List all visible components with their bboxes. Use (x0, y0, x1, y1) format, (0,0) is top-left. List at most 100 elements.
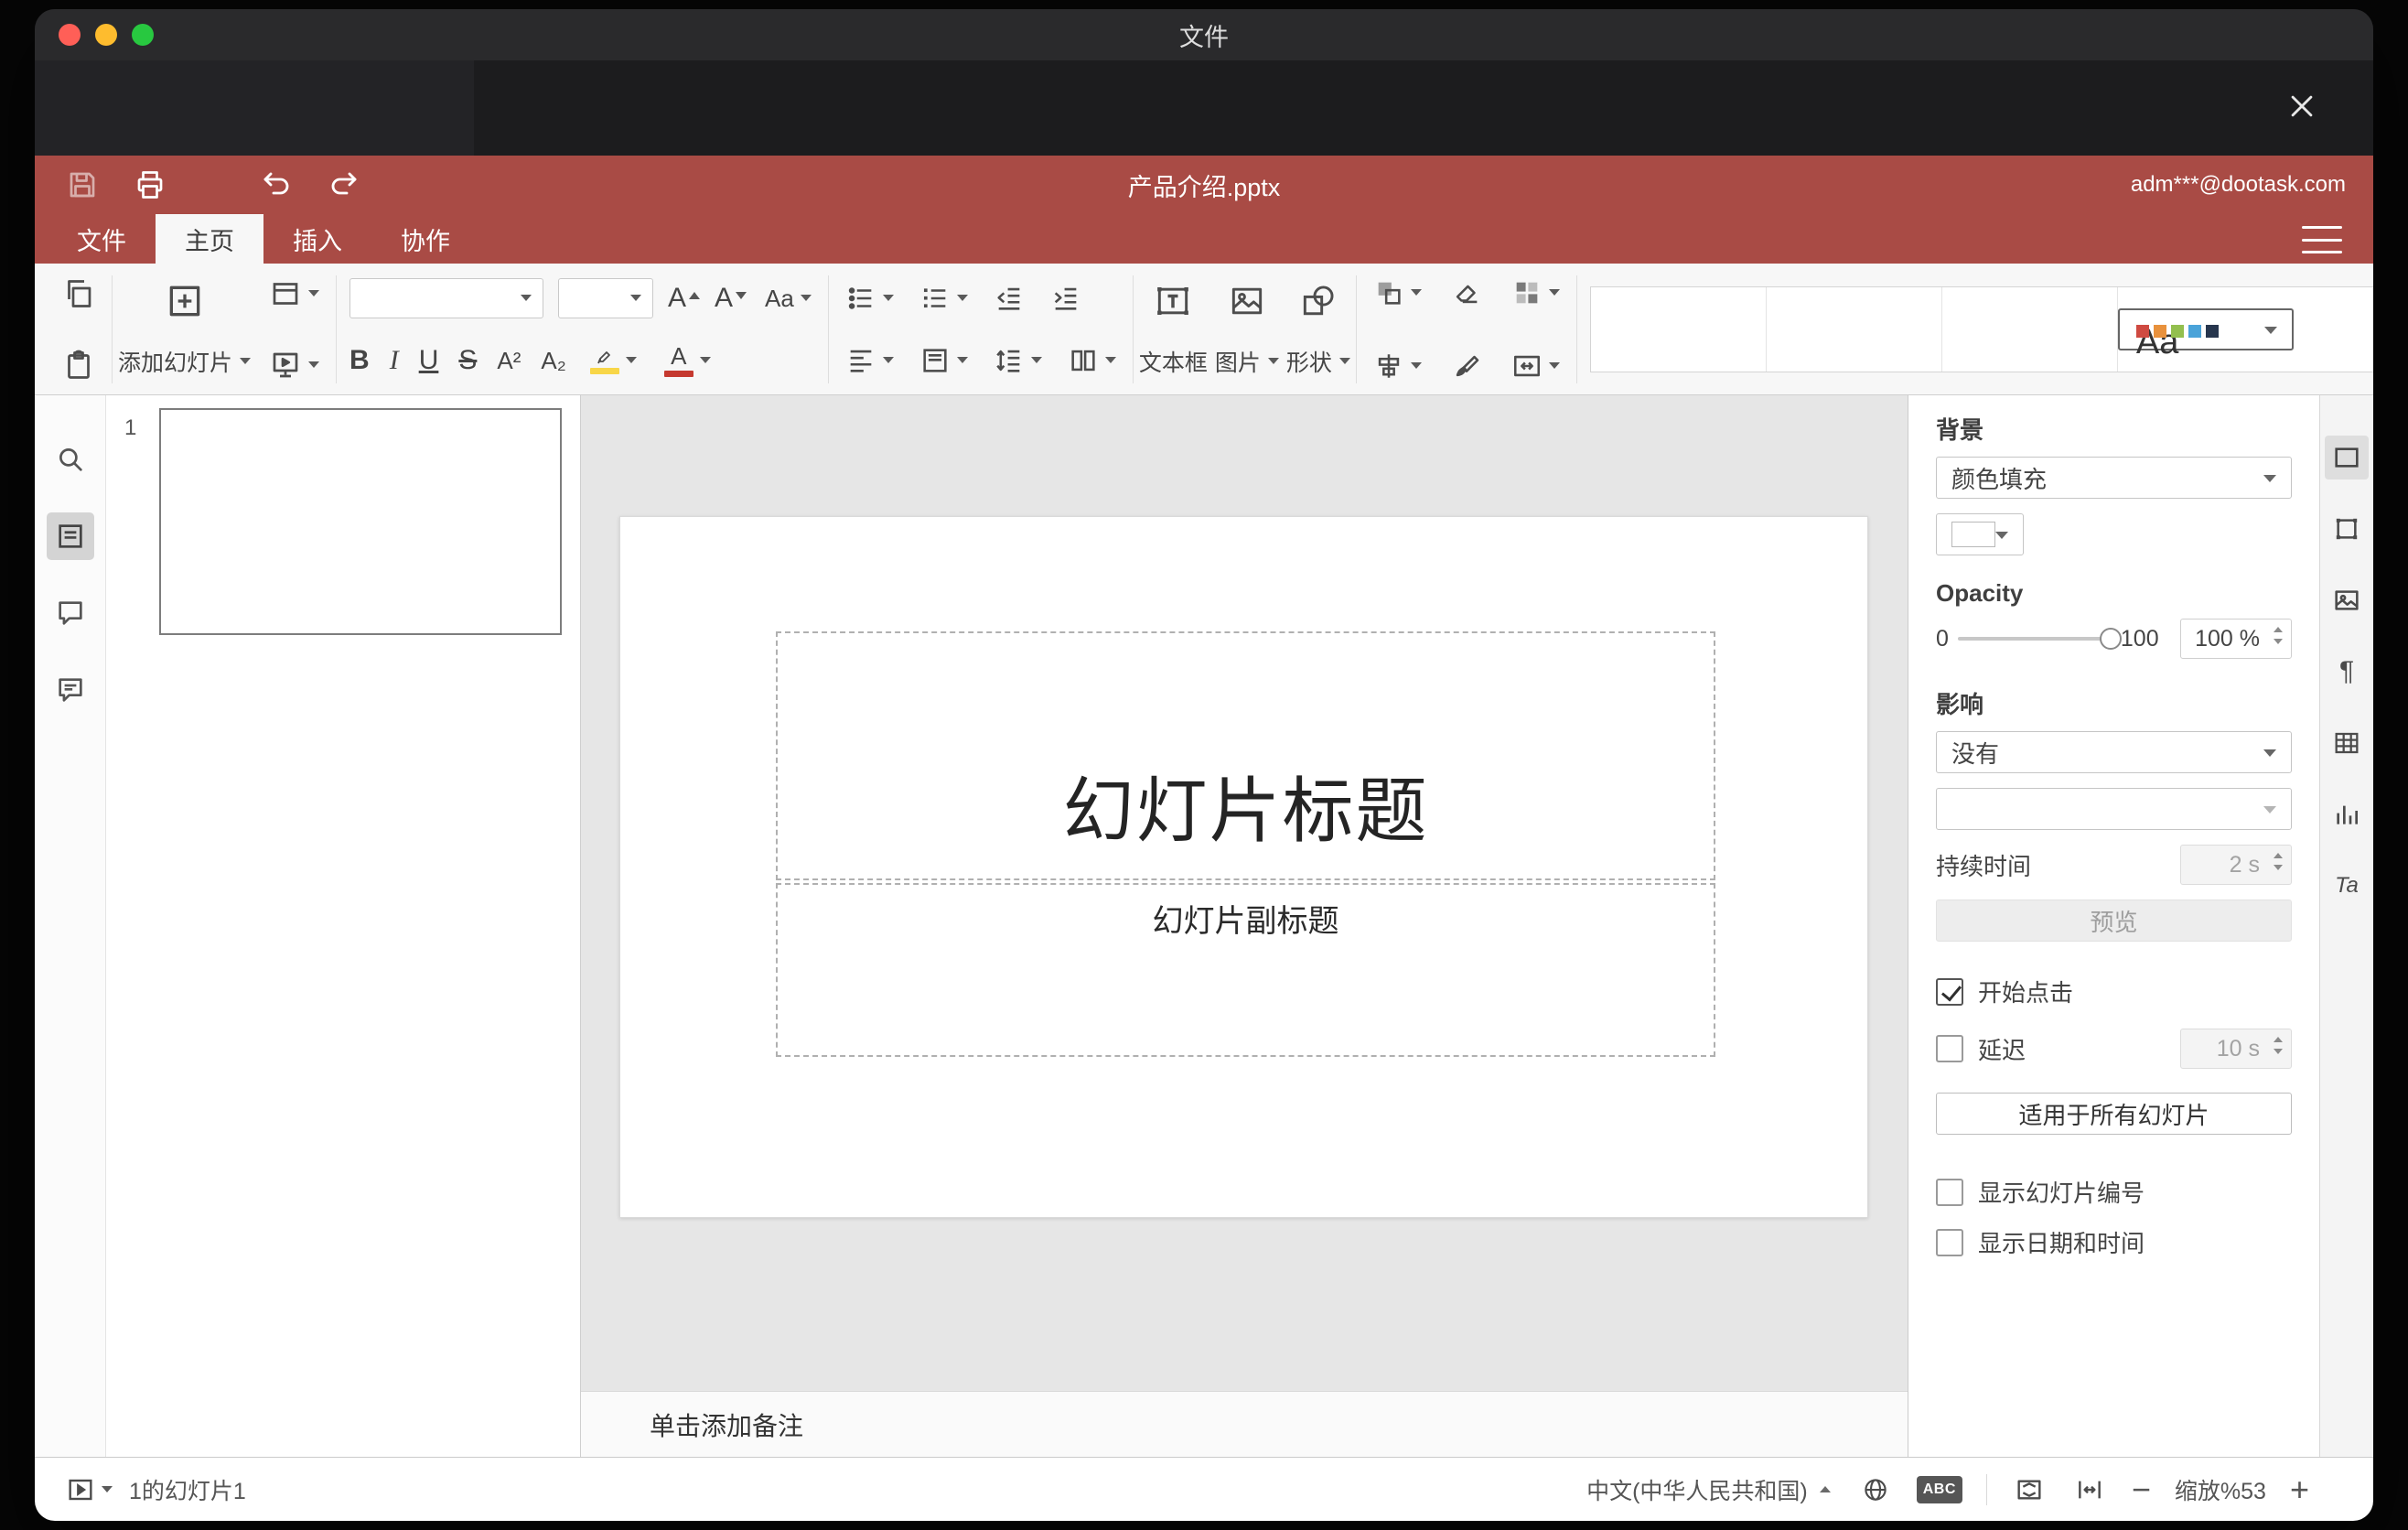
paste-icon[interactable] (59, 345, 99, 385)
show-date-time-checkbox[interactable]: 显示日期和时间 (1936, 1225, 2292, 1259)
add-slide-button[interactable]: 添加幻灯片 (114, 275, 254, 383)
font-color-button[interactable]: A (661, 340, 715, 381)
font-name-combobox[interactable] (349, 277, 544, 318)
image-settings-icon[interactable] (2325, 578, 2369, 622)
slider-knob[interactable] (2099, 628, 2122, 650)
opacity-slider[interactable] (1957, 628, 2122, 650)
feedback-icon[interactable] (47, 666, 94, 714)
italic-button[interactable]: I (390, 346, 399, 374)
numbered-list-button[interactable] (916, 279, 972, 318)
chevron-down-icon (800, 295, 812, 301)
paragraph-settings-icon[interactable]: ¶ (2325, 650, 2369, 694)
superscript-button[interactable]: A² (497, 349, 521, 372)
change-case-button[interactable]: Aa (761, 283, 815, 314)
notes-area[interactable]: 单击添加备注 (581, 1391, 1908, 1457)
start-on-click-checkbox[interactable]: 开始点击 (1936, 975, 2292, 1008)
copy-icon[interactable] (59, 274, 99, 314)
language-selector[interactable]: 中文(中华人民共和国) (1583, 1470, 1834, 1510)
print-icon[interactable] (130, 165, 170, 205)
slide-thumbnail[interactable] (159, 408, 562, 635)
effect-option-select[interactable] (1936, 788, 2292, 830)
slide-size-button[interactable] (1508, 347, 1564, 385)
tab-home[interactable]: 主页 (156, 214, 263, 264)
slide[interactable]: 幻灯片标题 幻灯片副标题 (619, 516, 1868, 1218)
delay-checkbox[interactable] (1936, 1035, 1963, 1062)
spinner-icon[interactable] (2274, 627, 2283, 644)
fill-type-select[interactable]: 颜色填充 (1936, 457, 2292, 499)
slide-settings-icon[interactable] (2325, 436, 2369, 479)
highlight-color-button[interactable] (586, 343, 640, 378)
slide-subtitle-text: 幻灯片副标题 (1152, 904, 1339, 939)
title-placeholder[interactable]: 幻灯片标题 (776, 631, 1715, 880)
effect-select[interactable]: 没有 (1936, 731, 2292, 773)
theme-option-5[interactable] (2293, 286, 2373, 372)
undo-icon[interactable] (256, 165, 296, 205)
copy-style-icon[interactable] (1447, 347, 1486, 385)
tab-insert[interactable]: 插入 (263, 214, 371, 264)
search-icon[interactable] (47, 436, 94, 483)
slide-canvas[interactable]: 幻灯片标题 幻灯片副标题 (581, 395, 1908, 1391)
theme-option-3[interactable] (1941, 286, 2118, 372)
chart-settings-icon[interactable] (2325, 792, 2369, 836)
zoom-level: 缩放%53 (2174, 1478, 2266, 1504)
strikethrough-button[interactable]: S (458, 346, 477, 374)
shrink-font-button[interactable]: A (715, 284, 747, 312)
align-shapes-button[interactable] (1370, 347, 1425, 385)
increase-indent-button[interactable] (1047, 279, 1085, 318)
decrease-indent-button[interactable] (990, 279, 1028, 318)
theme-option-selected[interactable]: Aa (2117, 307, 2294, 361)
bold-button[interactable]: B (349, 346, 370, 374)
shape-settings-icon[interactable] (2325, 507, 2369, 551)
close-icon[interactable] (2280, 84, 2324, 128)
horizontal-align-button[interactable] (842, 341, 898, 380)
insert-image-button[interactable]: 图片 (1211, 275, 1283, 383)
textart-settings-icon[interactable]: Ta (2325, 864, 2369, 908)
apply-to-all-button[interactable]: 适用于所有幻灯片 (1936, 1093, 2292, 1135)
line-spacing-button[interactable] (990, 341, 1046, 380)
bullet-list-button[interactable] (842, 279, 898, 318)
grow-font-button[interactable]: A (668, 284, 701, 312)
columns-button[interactable] (1064, 341, 1120, 380)
insert-textbox-button[interactable]: 文本框 (1135, 275, 1211, 383)
checkbox-icon[interactable] (1936, 1178, 1963, 1206)
color-scheme-button[interactable] (1508, 274, 1564, 312)
scheme-group (1497, 274, 1575, 385)
spellcheck-icon[interactable]: ABC (1916, 1475, 1962, 1503)
checkbox-icon[interactable] (1936, 1228, 1963, 1256)
opacity-input[interactable]: 100 % (2180, 619, 2292, 659)
fit-width-icon[interactable] (2071, 1471, 2108, 1508)
table-settings-icon[interactable] (2325, 721, 2369, 765)
redo-icon[interactable] (324, 165, 364, 205)
duration-input[interactable]: 2 s (2180, 845, 2292, 885)
slide-layout-button[interactable] (265, 274, 323, 314)
start-slideshow-status-button[interactable] (62, 1471, 116, 1508)
background-panel (35, 60, 474, 156)
tab-collaboration[interactable]: 协作 (371, 214, 479, 264)
menu-icon[interactable] (2302, 226, 2342, 253)
zoom-out-button[interactable]: − (2132, 1472, 2151, 1506)
save-icon[interactable] (62, 165, 102, 205)
vertical-align-button[interactable] (916, 341, 972, 380)
show-slide-number-checkbox[interactable]: 显示幻灯片编号 (1936, 1175, 2292, 1209)
slides-panel-icon[interactable] (46, 512, 94, 560)
theme-option-1[interactable] (1590, 286, 1767, 372)
start-slideshow-button[interactable] (265, 345, 323, 385)
zoom-in-button[interactable]: + (2290, 1472, 2309, 1506)
checkbox-checked-icon[interactable] (1936, 977, 1963, 1006)
font-size-combobox[interactable] (558, 277, 654, 318)
preview-button[interactable]: 预览 (1936, 900, 2292, 942)
spellcheck-language-icon[interactable] (1858, 1472, 1893, 1507)
paragraph-group (831, 274, 1131, 385)
theme-option-2[interactable] (1766, 286, 1942, 372)
subtitle-placeholder[interactable]: 幻灯片副标题 (776, 883, 1715, 1057)
fill-color-select[interactable] (1936, 513, 2024, 555)
comments-icon[interactable] (47, 589, 94, 637)
tab-file[interactable]: 文件 (48, 214, 156, 264)
fit-slide-icon[interactable] (2011, 1471, 2048, 1508)
delay-input[interactable]: 10 s (2180, 1029, 2292, 1069)
subscript-button[interactable]: A₂ (541, 349, 565, 372)
insert-shape-button[interactable]: 形状 (1283, 275, 1354, 383)
underline-button[interactable]: U (419, 346, 439, 374)
arrange-shapes-button[interactable] (1370, 274, 1425, 312)
clear-style-icon[interactable] (1447, 274, 1486, 312)
